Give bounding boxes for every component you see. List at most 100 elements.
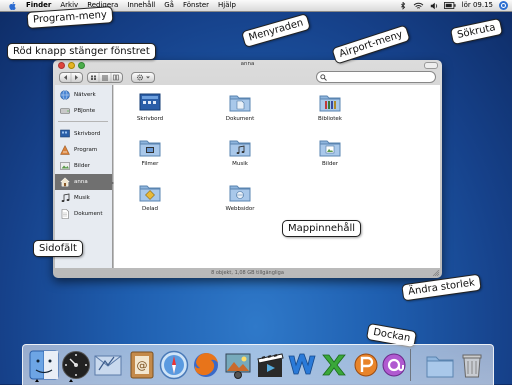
sidebar-item-dokument[interactable]: Dokument (55, 206, 112, 222)
dock-address-book[interactable]: @ (127, 350, 157, 380)
dock-word[interactable] (287, 350, 317, 380)
dock-dashboard[interactable] (61, 350, 91, 380)
search-field[interactable] (316, 71, 436, 83)
gear-icon (136, 74, 150, 81)
dock-firefox[interactable] (191, 350, 221, 380)
powerpoint-icon (354, 353, 378, 377)
dock-mail[interactable] (93, 350, 123, 380)
callout-menyraden: Menyraden (240, 12, 312, 49)
svg-text:@: @ (137, 359, 148, 372)
pictures-folder-icon (319, 140, 341, 157)
zoom-button[interactable] (78, 62, 85, 69)
dock-safari[interactable] (159, 350, 189, 380)
dashboard-icon (62, 351, 90, 379)
folder-label: Bibliotek (318, 116, 342, 122)
menu-innehall[interactable]: Innehåll (127, 1, 155, 9)
apple-menu[interactable] (9, 0, 16, 11)
resize-grip-icon[interactable] (433, 270, 439, 276)
folder-bilder[interactable]: Bilder (300, 137, 360, 175)
folder-dokument[interactable]: Dokument (210, 92, 270, 130)
dock-trash[interactable] (457, 350, 487, 380)
folder-label: Musik (232, 161, 248, 167)
airport-icon[interactable] (413, 2, 424, 10)
folder-webbsidor[interactable]: Webbsidor (210, 182, 270, 220)
sidebar-item-bilder[interactable]: Bilder (55, 158, 112, 174)
music-icon (61, 193, 70, 202)
action-menu-button[interactable] (131, 72, 155, 83)
dock-running-indicator (35, 379, 39, 382)
callout-sokruta: Sökruta (449, 17, 503, 46)
back-forward-button[interactable] (59, 72, 83, 83)
callout-rod-knapp: Röd knapp stänger fönstret (7, 43, 156, 60)
menubar-clock[interactable]: lör 09.15 (462, 0, 493, 11)
window-titlebar[interactable]: anna (53, 60, 442, 69)
globe-icon (60, 90, 70, 100)
applications-icon (60, 145, 70, 155)
sidebar-item-musik[interactable]: Musik (55, 190, 112, 206)
dock-finder[interactable] (29, 350, 59, 380)
sidebar-item-program[interactable]: Program (55, 142, 112, 158)
folder-label: Webbsidor (225, 206, 255, 212)
toolbar-toggle-button[interactable] (424, 62, 438, 69)
entourage-icon (382, 353, 406, 377)
trash-icon (462, 354, 482, 378)
menu-hjalp[interactable]: Hjälp (218, 1, 236, 9)
menu-ga[interactable]: Gå (164, 1, 174, 9)
mail-icon (94, 355, 122, 376)
sidebar-divider (58, 121, 108, 122)
address-book-icon: @ (130, 351, 154, 379)
library-folder-icon (319, 95, 341, 112)
desktop-icon (60, 129, 70, 138)
sidebar-item-label: PBJonte (74, 108, 96, 114)
back-forward-arrows-icon (64, 73, 78, 82)
sidebar-item-natverk[interactable]: Nätverk (55, 87, 112, 103)
view-buttons[interactable] (87, 72, 123, 83)
desktop-folder-icon (139, 93, 161, 111)
menu-fonster[interactable]: Fönster (183, 1, 209, 9)
home-icon (60, 177, 70, 187)
sidebar-item-label: Musik (74, 195, 90, 201)
sidebar-item-label: Skrivbord (74, 131, 101, 137)
folder-label: Filmer (141, 161, 159, 167)
dock-applications-stack[interactable] (425, 350, 455, 380)
imovie-icon (257, 353, 284, 377)
sidebar-item-skrivbord[interactable]: Skrivbord (55, 126, 112, 142)
bluetooth-icon[interactable] (399, 1, 407, 10)
documents-icon (61, 209, 69, 219)
dock-entourage[interactable] (379, 350, 409, 380)
folder-bibliotek[interactable]: Bibliotek (300, 92, 360, 130)
folder-musik[interactable]: Musik (210, 137, 270, 175)
sidebar-item-pbjonte[interactable]: PBJonte (55, 103, 112, 119)
close-button[interactable] (58, 62, 65, 69)
volume-icon[interactable] (430, 2, 438, 10)
folder-delad[interactable]: Delad (120, 182, 180, 220)
folder-filmer[interactable]: Filmer (120, 137, 180, 175)
sites-folder-icon (229, 185, 251, 202)
dock-imovie[interactable] (255, 350, 285, 380)
dock-powerpoint[interactable] (351, 350, 381, 380)
harddisk-icon (60, 108, 70, 114)
folder-skrivbord[interactable]: Skrivbord (120, 92, 180, 130)
excel-icon (322, 354, 346, 376)
callout-mappinnehall: Mappinnehåll (282, 220, 362, 237)
window-status-bar: 8 objekt, 1,08 GB tillgängliga (53, 268, 442, 278)
battery-icon[interactable] (443, 2, 456, 9)
window-toolbar (53, 69, 442, 85)
folder-content: Skrivbord Dokument Bibliotek Filmer Musi… (114, 85, 440, 268)
dock-iphoto[interactable] (223, 350, 253, 380)
pictures-icon (60, 162, 70, 170)
movies-folder-icon (139, 140, 161, 157)
spotlight-icon[interactable] (499, 1, 508, 10)
dock-excel[interactable] (319, 350, 349, 380)
menu-finder[interactable]: Finder (26, 1, 51, 9)
sidebar-item-anna[interactable]: anna (55, 174, 112, 190)
dock-running-indicator (69, 379, 73, 382)
folder-label: Delad (141, 206, 158, 212)
status-text: 8 objekt, 1,08 GB tillgängliga (211, 270, 284, 276)
sidebar-item-label: Nätverk (74, 92, 96, 98)
folder-label: Skrivbord (136, 116, 164, 122)
word-icon (288, 353, 316, 375)
safari-icon (159, 350, 189, 380)
minimize-button[interactable] (68, 62, 75, 69)
callout-sidofalt: Sidofält (33, 240, 83, 257)
